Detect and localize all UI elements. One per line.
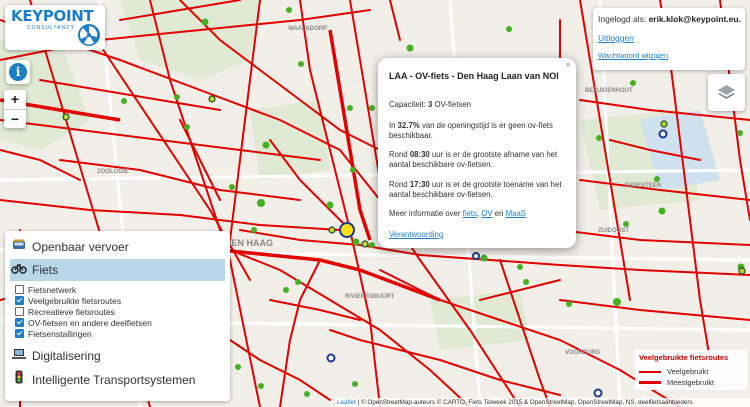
- traffic-light-icon: [10, 369, 28, 391]
- bus-icon: [10, 236, 28, 258]
- zoom-in-button[interactable]: +: [4, 90, 26, 110]
- selected-station-marker[interactable]: [339, 222, 355, 238]
- zoom-control: + −: [4, 90, 26, 128]
- section-label: Digitalisering: [32, 349, 101, 363]
- legend-swatch-frequent: [639, 371, 661, 373]
- popup-empty-stat: In 32.7% van de openingstijd is er geen …: [389, 121, 553, 140]
- popup-capacity: Capaciteit: 3 OV-fietsen: [389, 100, 471, 109]
- checkbox[interactable]: [15, 329, 24, 338]
- logo-subtitle: CONSULTANCY: [27, 25, 76, 31]
- attribution-text: | © OpenStreetMap-auteurs © CARTO, Fiets…: [355, 399, 693, 406]
- layer-panel: Openbaar vervoer Fiets Fietsnetwerk Veel…: [5, 231, 230, 401]
- login-panel: Ingelogd als: erik.klok@keypoint.eu. Uit…: [593, 8, 745, 70]
- section-label: Intelligente Transportsystemen: [32, 373, 196, 387]
- checkbox[interactable]: [15, 318, 24, 327]
- link-fiets[interactable]: fiets: [463, 209, 477, 218]
- checkbox[interactable]: [15, 296, 24, 305]
- login-label: Ingelogd als:: [598, 14, 647, 24]
- change-password-link[interactable]: Wachtwoord wijzigen: [598, 51, 668, 60]
- popup-title: LAA - OV-fiets - Den Haag Laan van NOI: [389, 71, 559, 81]
- layer-ov-fietsen[interactable]: OV-fietsen en andere deelfietsen: [15, 318, 152, 329]
- keypoint-emblem-icon: [78, 24, 100, 46]
- layer-fietsenstallingen[interactable]: Fietsenstallingen: [15, 329, 92, 340]
- label-zuidoost: ZUIDOOST: [598, 228, 629, 234]
- checkbox[interactable]: [15, 285, 24, 294]
- keypoint-logo[interactable]: KEYPOINT CONSULTANCY: [5, 5, 105, 50]
- section-label: Fiets: [32, 263, 59, 277]
- section-digitalisering[interactable]: Digitalisering: [10, 345, 225, 367]
- legend-title: Veelgebruikte fietsroutes: [639, 353, 729, 362]
- login-user: erik.klok@keypoint.eu.: [648, 14, 741, 24]
- laptop-icon: [10, 345, 28, 367]
- section-its[interactable]: Intelligente Transportsystemen: [10, 369, 225, 391]
- label-essesteen: ESSESTEEN: [625, 183, 661, 189]
- zoom-out-button[interactable]: −: [4, 110, 26, 129]
- popup-rise-stat: Rond 17:30 uur is er de grootste toename…: [389, 180, 562, 199]
- link-maas[interactable]: MaaS: [506, 209, 526, 218]
- popup-accountability: Verantwoording: [389, 230, 569, 240]
- accountability-link[interactable]: Verantwoording: [389, 230, 443, 239]
- popup-close-button[interactable]: ×: [565, 61, 571, 71]
- leaflet-link[interactable]: Leaflet: [337, 399, 356, 406]
- map-attribution: Leaflet | © OpenStreetMap-auteurs © CART…: [335, 398, 750, 407]
- map-legend: Veelgebruikte fietsroutes Veelgebruikt M…: [635, 350, 747, 390]
- legend-label-most: Meestgebruikt: [667, 378, 715, 387]
- info-button[interactable]: i: [6, 60, 30, 84]
- link-ov[interactable]: OV: [481, 209, 492, 218]
- popup-more-info: Meer informatie over fiets, OV en MaaS: [389, 209, 526, 218]
- layers-button[interactable]: [708, 74, 745, 111]
- label-rivierenbuurt: RIVIERENBUURT: [345, 294, 395, 300]
- legend-label-frequent: Veelgebruikt: [667, 367, 709, 376]
- section-label: Openbaar vervoer: [32, 240, 129, 254]
- layers-icon: [718, 85, 735, 99]
- station-popup: × LAA - OV-fiets - Den Haag Laan van NOI…: [378, 58, 576, 248]
- section-fiets[interactable]: Fiets: [10, 259, 225, 281]
- label-voorburg: VOORBURG: [565, 350, 601, 356]
- label-zoologie: ZOOLOGIE: [97, 169, 129, 175]
- legend-swatch-most: [639, 381, 661, 384]
- label-bezuidenhout: BEZUIDENHOUT: [585, 88, 633, 94]
- layer-recreatieve-fietsroutes[interactable]: Recreatieve fietsroutes: [15, 307, 115, 318]
- login-status: Ingelogd als: erik.klok@keypoint.eu.: [598, 14, 741, 24]
- info-icon: i: [9, 63, 27, 81]
- logout-link[interactable]: Uitloggen: [598, 33, 634, 43]
- label-den-haag: DEN HAAG: [225, 238, 273, 248]
- bike-icon: [10, 259, 28, 281]
- popup-decline-stat: Rond 08:30 uur is er de grootste afname …: [389, 150, 558, 169]
- checkbox[interactable]: [15, 307, 24, 316]
- section-openbaar-vervoer[interactable]: Openbaar vervoer: [10, 236, 225, 258]
- label-waalsdorp: WAALSDORP: [288, 26, 327, 32]
- layer-fietsnetwerk[interactable]: Fietsnetwerk: [15, 285, 76, 296]
- layer-veelgebruikte-fietsroutes[interactable]: Veelgebruikte fietsroutes: [15, 296, 121, 307]
